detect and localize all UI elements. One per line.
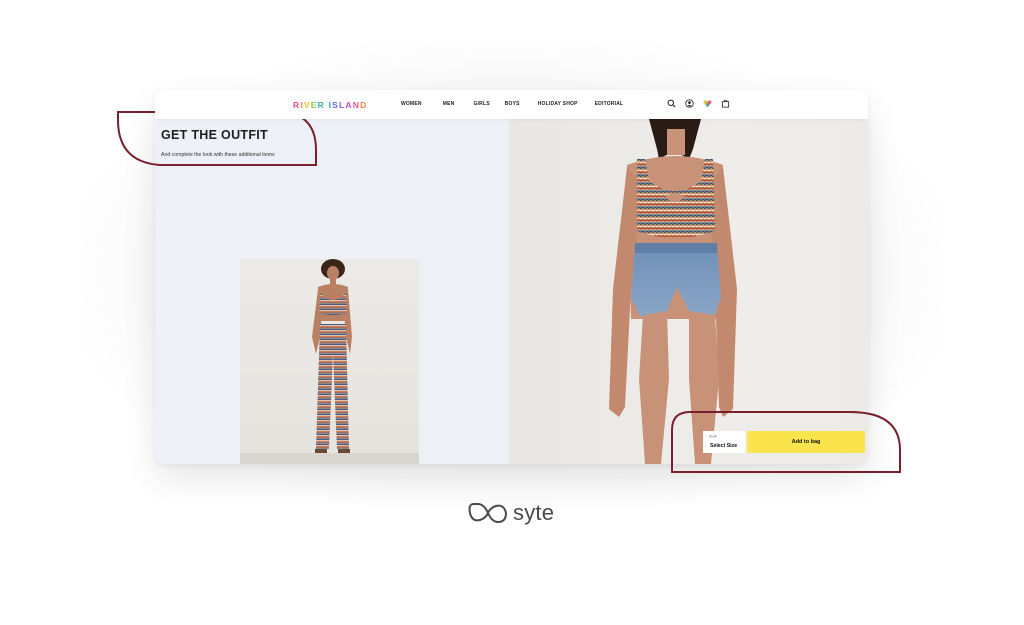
logo-letter: A [345, 100, 353, 110]
nav-item-editorial[interactable]: EDITORIAL [595, 101, 624, 107]
purchase-bar: <--> Select Size Add to bag [703, 431, 865, 453]
product-model-image [240, 259, 419, 464]
nav-item-girls[interactable]: GIRLS [473, 101, 489, 107]
nav-item-women[interactable]: WOMEN [401, 101, 422, 107]
logo-letter: R [317, 100, 325, 110]
heart-icon[interactable] [703, 99, 712, 108]
river-island-logo[interactable]: RIVER ISLAND [293, 100, 367, 110]
outfit-title: GET THE OUTFIT [161, 128, 268, 142]
logo-letter: S [332, 100, 339, 110]
size-arrow-icon: <--> [709, 434, 717, 440]
select-size-button[interactable]: <--> Select Size [703, 431, 745, 453]
main-nav: WOMEN MEN GIRLS BOYS HOLIDAY SHOP EDITORIAL [401, 101, 623, 107]
logo-letter: N [352, 100, 361, 110]
brand-name: syte [513, 500, 555, 525]
logo-letter: E [310, 100, 318, 110]
outfit-product-card[interactable] [240, 259, 419, 464]
outfit-panel: GET THE OUTFIT And complete the look wit… [155, 119, 509, 464]
site-header: RIVER ISLAND WOMEN MEN GIRLS BOYS HOLIDAY SH… [155, 90, 868, 119]
select-size-label: Select Size [710, 443, 738, 449]
account-icon[interactable] [685, 99, 694, 108]
syte-logo: syte [468, 500, 554, 526]
logo-letter: D [360, 100, 368, 110]
logo-letter: V [303, 100, 311, 110]
header-icons [667, 99, 730, 108]
browser-window: RIVER ISLAND WOMEN MEN GIRLS BOYS HOLIDAY SH… [155, 90, 868, 464]
nav-item-men[interactable]: MEN [443, 101, 455, 107]
bag-icon[interactable] [721, 99, 730, 108]
hero-image [509, 119, 868, 464]
add-to-bag-button[interactable]: Add to bag [747, 431, 865, 453]
logo-letter: R [293, 100, 301, 110]
search-icon[interactable] [667, 99, 676, 108]
nav-item-holiday-shop[interactable]: HOLIDAY SHOP [538, 101, 578, 107]
nav-item-boys[interactable]: BOYS [505, 101, 520, 107]
hero-model-image [609, 119, 737, 464]
outfit-subtitle: And complete the look with these additio… [161, 152, 275, 158]
syte-infinity-icon [468, 503, 507, 523]
